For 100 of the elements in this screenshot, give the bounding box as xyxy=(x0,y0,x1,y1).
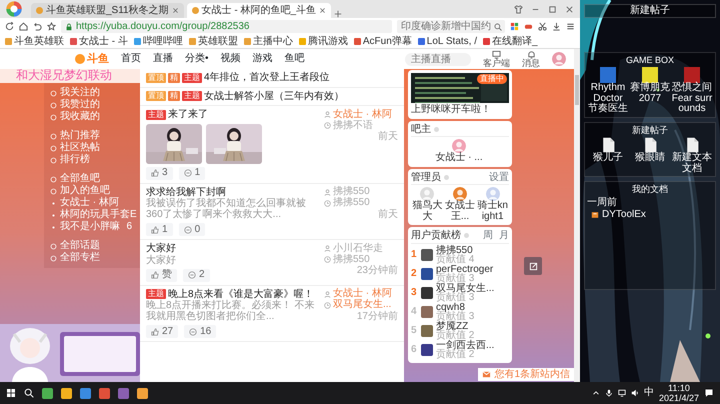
member-name[interactable]: 女战士王... xyxy=(444,201,476,222)
close-icon[interactable] xyxy=(319,7,326,14)
skin-icon[interactable] xyxy=(514,4,523,14)
member-name[interactable]: 猫鸟大大 xyxy=(411,201,444,222)
home-icon[interactable] xyxy=(19,22,28,31)
bookmark-icon[interactable] xyxy=(47,22,56,31)
comment-button[interactable]: 1 xyxy=(178,166,206,180)
scrollbar[interactable] xyxy=(574,49,580,382)
taskbar-app-icon[interactable] xyxy=(137,388,148,398)
header-action[interactable]: 消息 xyxy=(522,50,540,68)
user-name[interactable]: 一剑西去西... xyxy=(436,340,494,350)
scissors-icon[interactable] xyxy=(538,22,547,31)
edit-button[interactable] xyxy=(524,257,542,275)
notification-icon[interactable] xyxy=(704,388,714,398)
post-title[interactable]: 女战士解答小屋（三年内有效） xyxy=(204,90,344,102)
taskbar-app-icon[interactable] xyxy=(80,388,91,398)
live-caption[interactable]: 上野咪咪开车啦！ xyxy=(411,104,509,116)
card-link[interactable]: 设置 xyxy=(489,172,509,183)
nav-link[interactable]: 游戏 xyxy=(252,53,273,65)
period-tab[interactable]: 周 xyxy=(479,230,493,242)
bookmark[interactable]: 在线翻译_ xyxy=(483,36,538,48)
contribution-score: 贡献值 3 xyxy=(436,274,474,284)
comment-button[interactable]: 2 xyxy=(183,268,210,282)
desktop-shortcut[interactable]: 新建文本文档 xyxy=(671,137,713,174)
nav-link[interactable]: 分类• xyxy=(185,53,209,65)
period-tab[interactable]: 月 xyxy=(495,230,509,242)
folder-item[interactable]: DYToolEx xyxy=(587,208,713,221)
taskbar-app-icon[interactable] xyxy=(99,388,110,398)
post-title[interactable]: 大家好 xyxy=(146,243,176,254)
desktop-shortcut[interactable]: 恐惧之间 Fear surrounds xyxy=(671,67,713,115)
like-button[interactable]: 赞 xyxy=(146,268,177,282)
taskbar-app-icon[interactable] xyxy=(61,388,72,398)
address-bar[interactable]: https://yuba.douyu.com/group/2882536 xyxy=(61,20,392,33)
like-button[interactable]: 27 xyxy=(146,325,178,338)
bookmark[interactable]: 哔哩哔哩 xyxy=(134,36,183,48)
network-icon[interactable] xyxy=(618,389,626,397)
input-method[interactable]: 中 xyxy=(644,387,654,399)
favicon-icon xyxy=(354,38,361,45)
user-name[interactable]: 拂拂550 xyxy=(436,246,474,255)
taskbar-app-icon[interactable] xyxy=(42,388,53,398)
nav-link[interactable]: 直播 xyxy=(153,53,173,65)
like-button[interactable]: 1 xyxy=(146,223,173,236)
favicon-icon xyxy=(36,7,43,14)
monitor-icon xyxy=(492,50,501,59)
bookmark[interactable]: LoL Stats, / xyxy=(418,36,478,48)
user-name[interactable]: cqwh8 xyxy=(436,302,474,312)
member-name[interactable]: 女战士 · ... xyxy=(435,153,483,164)
desktop-shortcut[interactable]: 猴儿子 xyxy=(587,137,629,174)
browser-tab[interactable]: 斗鱼英雄联盟_S11秋冬之期 xyxy=(31,3,184,18)
browser-logo[interactable] xyxy=(6,1,22,17)
caret-icon[interactable] xyxy=(592,389,600,397)
new-tab-icon[interactable] xyxy=(334,10,342,18)
post-title[interactable]: 4年排位，首次登上王者段位 xyxy=(204,72,330,84)
search-field[interactable]: 印度确诊新增中国约 xyxy=(397,20,505,33)
desktop-header[interactable]: 新建帖子 xyxy=(584,4,716,18)
bookmark[interactable]: 斗鱼英雄联 xyxy=(5,36,64,48)
favicon-icon xyxy=(298,38,306,45)
bookmark[interactable]: 腾讯游戏 xyxy=(298,36,348,48)
rank-number: 6 xyxy=(411,344,418,356)
bookmark[interactable]: 女战士 - 斗 xyxy=(70,36,128,48)
nav-link[interactable]: 视频 xyxy=(220,53,241,65)
desktop-shortcut[interactable]: 猴眼睛 xyxy=(629,137,671,174)
live-card[interactable]: 直播中 上野咪咪开车啦！ xyxy=(408,70,512,118)
user-name[interactable]: 梦魇ZZ xyxy=(436,322,474,331)
post-title[interactable]: 来了来了 xyxy=(168,109,208,120)
download-icon[interactable] xyxy=(552,22,561,31)
close-icon[interactable] xyxy=(565,4,574,14)
clock-icon xyxy=(324,200,331,206)
comment-button[interactable]: 0 xyxy=(178,223,206,236)
bookmark[interactable]: 主播中心 xyxy=(244,36,293,48)
search-field[interactable]: 主播直播 xyxy=(405,52,471,66)
post-title[interactable]: 晚上8点来看《谁是大富豪》喔！ xyxy=(168,288,314,300)
apps-icon[interactable] xyxy=(510,22,519,31)
undo-icon[interactable] xyxy=(33,22,42,31)
count-label: 6 xyxy=(126,221,132,233)
bookmark[interactable]: AcFun弹幕 xyxy=(354,36,412,48)
browser-tab[interactable]: 女战士 - 林阿的鱼吧_斗鱼 xyxy=(186,3,332,18)
bookmark[interactable]: 英雄联盟 xyxy=(188,36,238,48)
post-title[interactable]: 求求给我解下封啊 xyxy=(146,186,226,198)
close-icon[interactable] xyxy=(172,7,179,14)
favicon-icon xyxy=(5,38,12,45)
like-button[interactable]: 3 xyxy=(146,166,173,180)
start-icon[interactable] xyxy=(6,388,16,398)
search-icon[interactable] xyxy=(24,388,34,398)
live-badge: 直播中 xyxy=(477,74,507,84)
desktop-shortcut[interactable]: 赛博朋克 2077 xyxy=(629,67,671,115)
nav-link[interactable]: 首页 xyxy=(121,53,141,65)
header-action[interactable]: 客户端 xyxy=(483,50,510,68)
microphone-icon[interactable] xyxy=(604,389,613,397)
maximize-icon[interactable] xyxy=(548,4,557,14)
user-name[interactable]: 双马尾女生... xyxy=(436,284,494,293)
desktop-shortcut[interactable]: Rhythm Doctor 节奏医生 xyxy=(587,67,629,115)
user-name[interactable]: perFectroger xyxy=(436,264,494,274)
reload-icon[interactable] xyxy=(5,22,14,31)
volume-icon[interactable] xyxy=(630,389,639,397)
member-name[interactable]: 骑士knight1 xyxy=(476,201,510,222)
avatar xyxy=(421,306,433,318)
rank-number: 1 xyxy=(411,249,418,261)
nav-link[interactable]: 鱼吧 xyxy=(284,53,305,65)
comment-button[interactable]: 16 xyxy=(184,325,216,338)
